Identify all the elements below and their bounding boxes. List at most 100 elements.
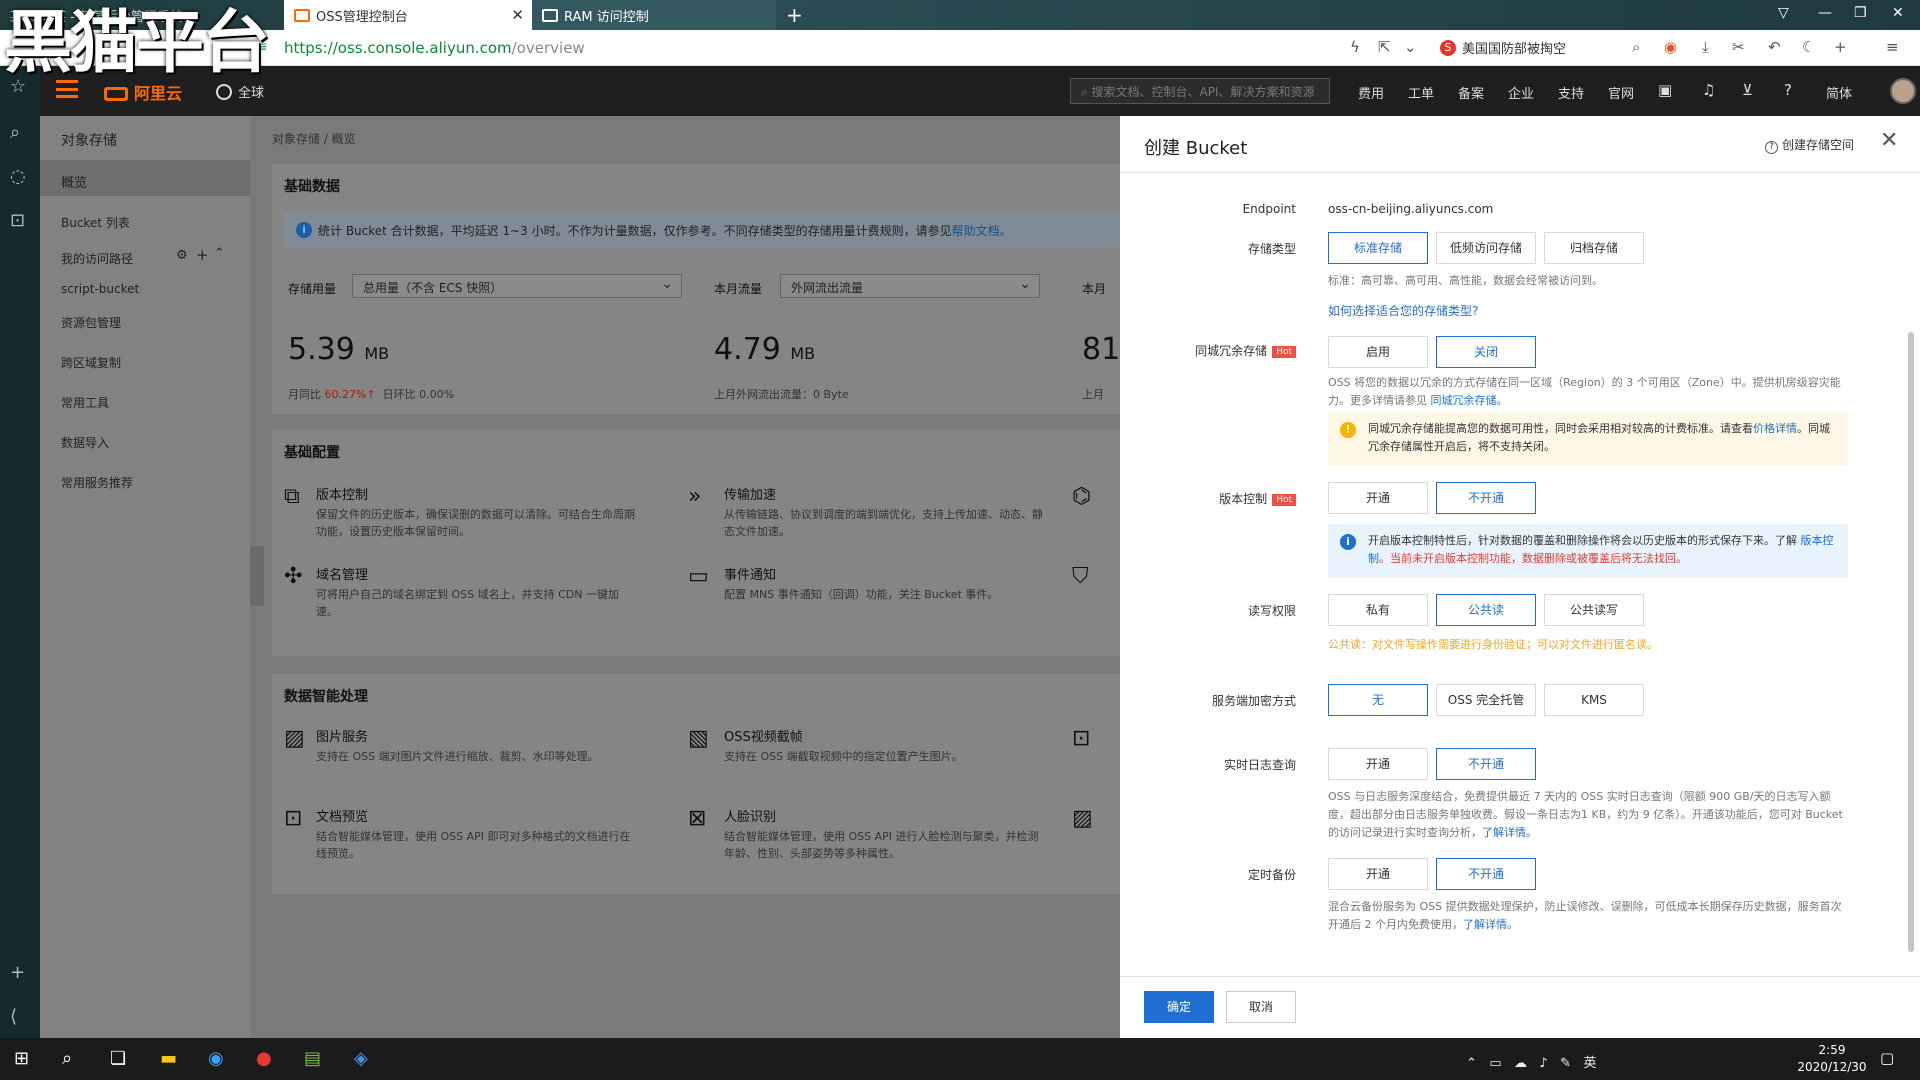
add-icon[interactable]: + <box>196 246 209 264</box>
restore-icon[interactable]: ❐ <box>1854 5 1867 21</box>
scroll-thumb[interactable] <box>1908 332 1914 952</box>
encrypt-kms-option[interactable]: KMS <box>1544 684 1644 716</box>
help-icon[interactable]: ? <box>1784 81 1792 99</box>
windows-start-icon[interactable]: ⊞ <box>14 1048 29 1069</box>
log-off-option[interactable]: 不开通 <box>1436 748 1536 780</box>
zrs-enable-option[interactable]: 启用 <box>1328 336 1428 368</box>
ime-indicator[interactable]: 英 <box>1583 1056 1596 1071</box>
backup-link[interactable]: 了解详情。 <box>1463 918 1518 931</box>
avatar[interactable] <box>1890 78 1916 104</box>
sidebar-item-replication[interactable]: 跨区域复制 <box>61 354 121 371</box>
sidebar-item-tools[interactable]: 常用工具 <box>61 394 109 411</box>
sidebar-item-access-path[interactable]: 我的访问路径 <box>61 250 133 267</box>
sidebar-item-label[interactable]: 概览 <box>61 172 87 191</box>
sidebar-item-package[interactable]: 资源包管理 <box>61 314 121 331</box>
sidebar-collapse-handle[interactable] <box>250 546 264 606</box>
browser-tab[interactable]: RAM 访问控制 <box>532 0 776 30</box>
config-title[interactable]: 版本控制 <box>316 484 368 503</box>
add-icon[interactable]: + <box>10 962 25 983</box>
nav-link[interactable]: 官网 <box>1608 83 1634 102</box>
file-explorer-icon[interactable]: ▬ <box>160 1048 177 1069</box>
scissors-icon[interactable]: ✂ <box>1732 38 1745 56</box>
notification-icon[interactable]: ▢ <box>1880 1049 1894 1067</box>
lightning-icon[interactable]: ϟ <box>1350 38 1360 56</box>
storage-usage-select[interactable]: 总用量（不含 ECS 快照） <box>352 274 682 298</box>
nav-link[interactable]: 支持 <box>1558 83 1584 102</box>
price-link[interactable]: 价格详情 <box>1753 422 1797 435</box>
log-on-option[interactable]: 开通 <box>1328 748 1428 780</box>
url-input[interactable]: https://oss.console.aliyun.com/overview <box>284 39 585 57</box>
backup-off-option[interactable]: 不开通 <box>1436 858 1536 890</box>
version-on-option[interactable]: 开通 <box>1328 482 1428 514</box>
processing-title[interactable]: 人脸识别 <box>724 806 776 825</box>
encrypt-none-option[interactable]: 无 <box>1328 684 1428 716</box>
share-icon[interactable]: ⇱ <box>1378 38 1391 56</box>
clock[interactable]: 2:59 2020/12/30 <box>1792 1042 1872 1076</box>
config-title[interactable]: 域名管理 <box>316 564 368 583</box>
chevron-down-icon[interactable]: ⌄ <box>1404 38 1417 56</box>
cart-icon[interactable]: ⊻ <box>1742 81 1753 99</box>
backup-on-option[interactable]: 开通 <box>1328 858 1428 890</box>
chat-icon[interactable]: ◌ <box>10 166 26 187</box>
search-icon[interactable]: ⌕ <box>10 122 20 143</box>
sidebar-item-import[interactable]: 数据导入 <box>61 434 109 451</box>
processing-title[interactable]: 图片服务 <box>316 726 368 745</box>
processing-title[interactable]: OSS视频截帧 <box>724 726 803 745</box>
pen-icon[interactable]: ✎ <box>1560 1056 1571 1071</box>
storage-type-link[interactable]: 如何选择适合您的存储类型? <box>1328 302 1478 319</box>
plus-icon[interactable]: + <box>1834 38 1847 56</box>
log-link[interactable]: 了解详情。 <box>1482 826 1537 839</box>
app-icon[interactable]: ◈ <box>354 1048 368 1069</box>
browser-icon[interactable]: ◉ <box>208 1048 224 1069</box>
night-mode-icon[interactable]: ☾ <box>1802 38 1815 56</box>
cancel-button[interactable]: 取消 <box>1226 991 1296 1023</box>
traffic-select[interactable]: 外网流出流量 <box>780 274 1040 298</box>
network-icon[interactable]: ▭ <box>1489 1056 1501 1071</box>
notepad-icon[interactable]: ▤ <box>304 1048 321 1069</box>
settings-icon[interactable]: ⚙ <box>176 248 188 263</box>
cloud-icon[interactable]: ☁ <box>1514 1056 1527 1071</box>
browser-tab-active[interactable]: OSS管理控制台 ✕ <box>284 0 532 30</box>
drawer-scrollbar[interactable] <box>1906 182 1916 972</box>
acl-private-option[interactable]: 私有 <box>1328 594 1428 626</box>
help-link[interactable]: ? 创建存储空间 <box>1765 136 1854 154</box>
menu-icon[interactable]: ≡ <box>1886 38 1899 56</box>
config-title[interactable]: 事件通知 <box>724 564 776 583</box>
acl-public-rw-option[interactable]: 公共读写 <box>1544 594 1644 626</box>
undo-icon[interactable]: ↶ <box>1768 38 1781 56</box>
nav-link[interactable]: 备案 <box>1458 83 1484 102</box>
zrs-disable-option[interactable]: 关闭 <box>1436 336 1536 368</box>
version-off-option[interactable]: 不开通 <box>1436 482 1536 514</box>
minimize-icon[interactable]: — <box>1818 5 1832 21</box>
nav-link[interactable]: 企业 <box>1508 83 1534 102</box>
terminal-icon[interactable]: ▣ <box>1658 81 1672 99</box>
zrs-link[interactable]: 同城冗余存储。 <box>1431 394 1508 407</box>
bell-icon[interactable]: ♫ <box>1702 81 1715 99</box>
search-icon[interactable]: ⌕ <box>1632 38 1640 56</box>
skin-icon[interactable]: ▽ <box>1778 5 1789 21</box>
storage-archive-option[interactable]: 归档存储 <box>1544 232 1644 264</box>
encrypt-oss-option[interactable]: OSS 完全托管 <box>1436 684 1536 716</box>
sidebar-item-recommend[interactable]: 常用服务推荐 <box>61 474 133 491</box>
task-view-icon[interactable]: ❏ <box>110 1048 126 1069</box>
nav-link[interactable]: 费用 <box>1358 83 1384 102</box>
volume-icon[interactable]: ♪ <box>1539 1056 1547 1071</box>
processing-title[interactable]: 文档预览 <box>316 806 368 825</box>
nav-link[interactable]: 工单 <box>1408 83 1434 102</box>
close-window-icon[interactable]: ✕ <box>1892 5 1904 21</box>
console-search-input[interactable]: ⌕ 搜索文档、控制台、API、解决方案和资源 <box>1070 78 1330 104</box>
game-icon[interactable]: ◉ <box>1664 38 1677 56</box>
chevron-up-icon[interactable]: ⌃ <box>1466 1056 1477 1071</box>
search-engine-box[interactable]: S 美国国防部被掏空 <box>1440 38 1566 57</box>
storage-standard-option[interactable]: 标准存储 <box>1328 232 1428 264</box>
close-icon[interactable]: ✕ <box>1880 128 1898 153</box>
config-title[interactable]: 传输加速 <box>724 484 776 503</box>
recorder-icon[interactable]: ● <box>256 1048 272 1069</box>
collapse-icon[interactable]: ⟨ <box>10 1006 17 1027</box>
acl-public-read-option[interactable]: 公共读 <box>1436 594 1536 626</box>
download-icon[interactable]: ⤓ <box>1702 38 1709 56</box>
storage-ia-option[interactable]: 低频访问存储 <box>1436 232 1536 264</box>
confirm-button[interactable]: 确定 <box>1144 991 1214 1023</box>
search-icon[interactable]: ⌕ <box>62 1048 72 1069</box>
new-tab-button[interactable]: + <box>786 3 803 27</box>
